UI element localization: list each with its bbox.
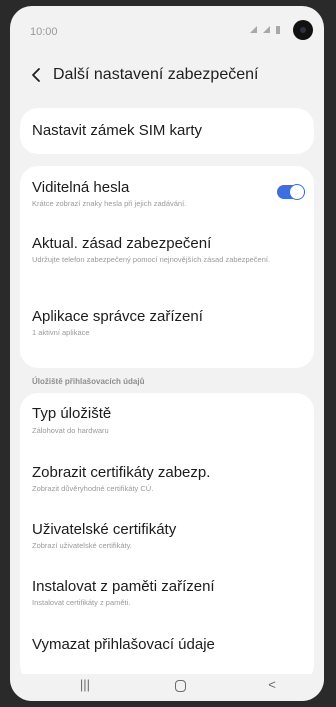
status-time: 10:00 (30, 26, 58, 38)
toggle-knob (289, 184, 305, 200)
visible-passwords-title: Viditelná hesla (32, 179, 130, 196)
security-policy-item[interactable]: Aktual. zásad zabezpečení Udržujte telef… (20, 218, 314, 298)
clear-credentials-title: Vymazat přihlašovací údaje (32, 636, 215, 653)
install-from-storage-item[interactable]: Instalovat z paměti zařízení Instalovat … (20, 563, 314, 621)
front-camera-icon (293, 20, 313, 40)
back-button[interactable]: < (257, 677, 287, 695)
visible-passwords-toggle[interactable] (277, 184, 305, 200)
device-admin-apps-item[interactable]: Aplikace správce zařízení 1 aktivní apli… (20, 298, 314, 368)
header: Další nastavení zabezpečení (10, 56, 324, 96)
home-icon (174, 680, 186, 692)
phone-frame: 10:00 Další nastavení zabezpečení Nastav… (0, 0, 336, 707)
user-certificates-item[interactable]: Uživatelské certifikáty Zobrazí uživatel… (20, 507, 314, 563)
trusted-certificates-item[interactable]: Zobrazit certifikáty zabezp. Zobrazit dů… (20, 451, 314, 507)
install-from-storage-subtitle: Instalovat certifikáty z paměti. (32, 598, 131, 607)
page-title: Další nastavení zabezpečení (53, 66, 259, 83)
visible-passwords-subtitle: Krátce zobrazí znaky hesla při jejich za… (32, 199, 187, 208)
security-card: Viditelná hesla Krátce zobrazí znaky hes… (20, 166, 314, 368)
screen: 10:00 Další nastavení zabezpečení Nastav… (10, 6, 324, 701)
back-arrow-icon[interactable] (28, 66, 46, 84)
user-certificates-subtitle: Zobrazí uživatelské certifikáty. (32, 541, 132, 550)
device-admin-apps-subtitle: 1 aktivní aplikace (32, 328, 90, 337)
user-certificates-title: Uživatelské certifikáty (32, 521, 177, 538)
credential-storage-card: Typ úložiště Zálohovat do hardwaru Zobra… (20, 393, 314, 683)
signal-icon (250, 26, 257, 34)
section-header-credential-storage: Úložiště přihlašovacích údajů (32, 377, 145, 386)
device-admin-apps-title: Aplikace správce zařízení (32, 308, 203, 325)
install-from-storage-title: Instalovat z paměti zařízení (32, 578, 215, 595)
security-policy-title: Aktual. zásad zabezpečení (32, 235, 212, 252)
home-button[interactable] (165, 677, 195, 695)
status-icons (248, 24, 288, 38)
status-bar: 10:00 (10, 6, 324, 50)
signal-strength-icon (262, 26, 270, 34)
storage-type-title: Typ úložiště (32, 405, 112, 422)
storage-type-subtitle: Zálohovat do hardwaru (32, 426, 109, 435)
battery-icon (276, 25, 281, 34)
visible-passwords-item[interactable]: Viditelná hesla Krátce zobrazí znaky hes… (20, 166, 314, 218)
sim-lock-card: Nastavit zámek SIM karty (20, 108, 314, 154)
trusted-certificates-subtitle: Zobrazit důvěryhodné certifikáty CÚ. (32, 484, 154, 493)
sim-lock-item[interactable]: Nastavit zámek SIM karty (20, 108, 314, 154)
storage-type-item[interactable]: Typ úložiště Zálohovat do hardwaru (20, 393, 314, 451)
trusted-certificates-title: Zobrazit certifikáty zabezp. (32, 464, 211, 481)
security-policy-subtitle: Udržujte telefon zabezpečený pomocí nejn… (32, 255, 271, 264)
recent-apps-button[interactable]: ||| (70, 677, 100, 695)
navigation-bar: ||| < (10, 674, 324, 701)
sim-lock-title: Nastavit zámek SIM karty (32, 122, 203, 139)
